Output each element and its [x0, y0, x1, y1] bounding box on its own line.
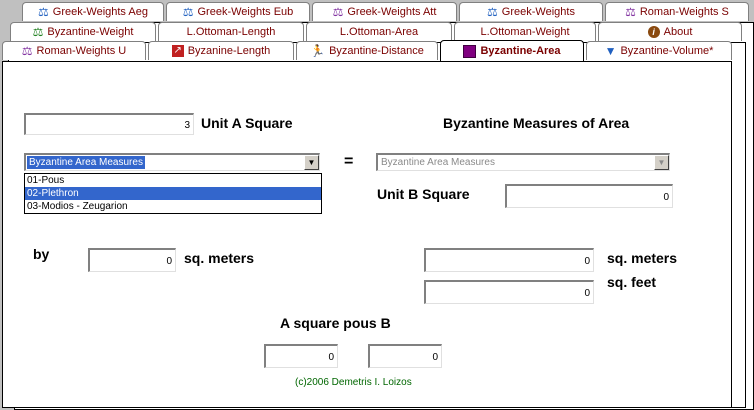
tab-label: Roman-Weights U: [36, 45, 127, 57]
info-icon: i: [647, 26, 660, 38]
dropdown-option-modios[interactable]: 03-Modios - Zeugarion: [25, 200, 321, 213]
tab-label: Byzantine-Weight: [47, 26, 134, 38]
tab-label: Greek-Weights Aeg: [52, 6, 148, 18]
tab-label: L.Ottoman-Length: [186, 26, 276, 38]
page-title: Byzantine Measures of Area: [443, 115, 630, 131]
tab-label: Greek-Weights Att: [347, 6, 437, 18]
result-sq-feet-field[interactable]: [424, 280, 594, 304]
tab-label: Roman-Weights S: [639, 6, 729, 18]
unit-b-select[interactable]: Byzantine Area Measures ▼: [376, 153, 670, 171]
tab-greek-weights-eub[interactable]: ⚖ Greek-Weights Eub: [166, 2, 310, 21]
funnel-icon: ▼: [604, 44, 617, 58]
sq-meters-label-right: sq. meters: [607, 250, 678, 266]
tab-greek-weights[interactable]: ⚖ Greek-Weights: [459, 2, 603, 21]
chevron-down-icon[interactable]: ▼: [304, 155, 319, 170]
scale-icon: ⚖: [21, 44, 33, 58]
unit-a-select[interactable]: Byzantine Area Measures ▼: [24, 153, 320, 171]
tab-label: Byzantine-Distance: [329, 45, 424, 57]
tab-label: Greek-Weights: [501, 6, 575, 18]
tab-label: About: [663, 26, 693, 38]
tab-roman-weights-u[interactable]: ⚖ Roman-Weights U: [2, 41, 146, 60]
ruler-icon: ↗: [171, 45, 184, 57]
tab-byzantine-distance[interactable]: 🏃 Byzantine-Distance: [296, 41, 438, 60]
scale-icon: ⚖: [182, 5, 194, 19]
dropdown-option-plethron[interactable]: 02-Plethron: [25, 187, 321, 200]
tab-byzantine-volume[interactable]: ▼ Byzantine-Volume*: [586, 41, 732, 60]
tab-label: Greek-Weights Eub: [197, 6, 294, 18]
result-sq-meters-field[interactable]: [424, 248, 594, 272]
tab-label: Byzantine-Area: [480, 45, 561, 57]
unit-a-input[interactable]: [24, 113, 194, 135]
by-input[interactable]: [88, 248, 176, 272]
unit-a-dropdown-list: 01-Pous 02-Plethron 03-Modios - Zeugario…: [24, 173, 322, 214]
equals-sign: =: [344, 153, 354, 170]
unit-a-label: Unit A Square: [201, 115, 293, 131]
scale-icon: ⚖: [38, 5, 49, 19]
pous-a-field[interactable]: [264, 344, 338, 368]
tab-l-ottoman-length[interactable]: L.Ottoman-Length: [158, 22, 304, 41]
runner-icon: 🏃: [310, 44, 326, 58]
square-icon: [463, 44, 477, 58]
tab-greek-weights-att[interactable]: ⚖ Greek-Weights Att: [312, 2, 457, 21]
tab-l-ottoman-weight[interactable]: L.Ottoman-Weight: [454, 22, 596, 41]
tab-label: L.Ottoman-Weight: [480, 26, 570, 38]
unit-b-label: Unit B Square: [377, 186, 470, 202]
tab-label: Byzantine-Volume*: [620, 45, 714, 57]
tab-greek-weights-aeg[interactable]: ⚖ Greek-Weights Aeg: [22, 2, 164, 21]
unit-b-select-value: Byzantine Area Measures: [381, 157, 495, 168]
copyright-text: (c)2006 Demetris I. Loizos: [295, 377, 412, 388]
tab-byzanine-length[interactable]: ↗ Byzanine-Length: [148, 41, 294, 60]
tab-roman-weights-s[interactable]: ⚖ Roman-Weights S: [605, 2, 749, 21]
tab-about[interactable]: i About: [598, 22, 742, 41]
by-label: by: [33, 246, 50, 262]
unit-a-select-value: Byzantine Area Measures: [27, 156, 145, 169]
tab-label: L.Ottoman-Area: [339, 26, 419, 38]
dropdown-option-pous[interactable]: 01-Pous: [25, 174, 321, 187]
tab-byzantine-weight[interactable]: ⚖ Byzantine-Weight: [10, 22, 156, 41]
scale-icon: ⚖: [625, 5, 636, 19]
unit-b-input[interactable]: [505, 184, 673, 208]
scale-icon: ⚖: [332, 5, 344, 19]
scale-icon: ⚖: [487, 5, 498, 19]
tab-l-ottoman-area[interactable]: L.Ottoman-Area: [306, 22, 452, 41]
sq-feet-label: sq. feet: [607, 274, 657, 290]
pous-b-field[interactable]: [368, 344, 442, 368]
sq-meters-label-left: sq. meters: [184, 250, 255, 266]
scale-icon: ⚖: [32, 25, 44, 39]
square-pous-label: A square pous B: [280, 315, 391, 331]
chevron-down-icon[interactable]: ▼: [654, 155, 669, 170]
tab-byzantine-area[interactable]: Byzantine-Area: [440, 40, 584, 61]
tab-label: Byzanine-Length: [187, 45, 271, 57]
